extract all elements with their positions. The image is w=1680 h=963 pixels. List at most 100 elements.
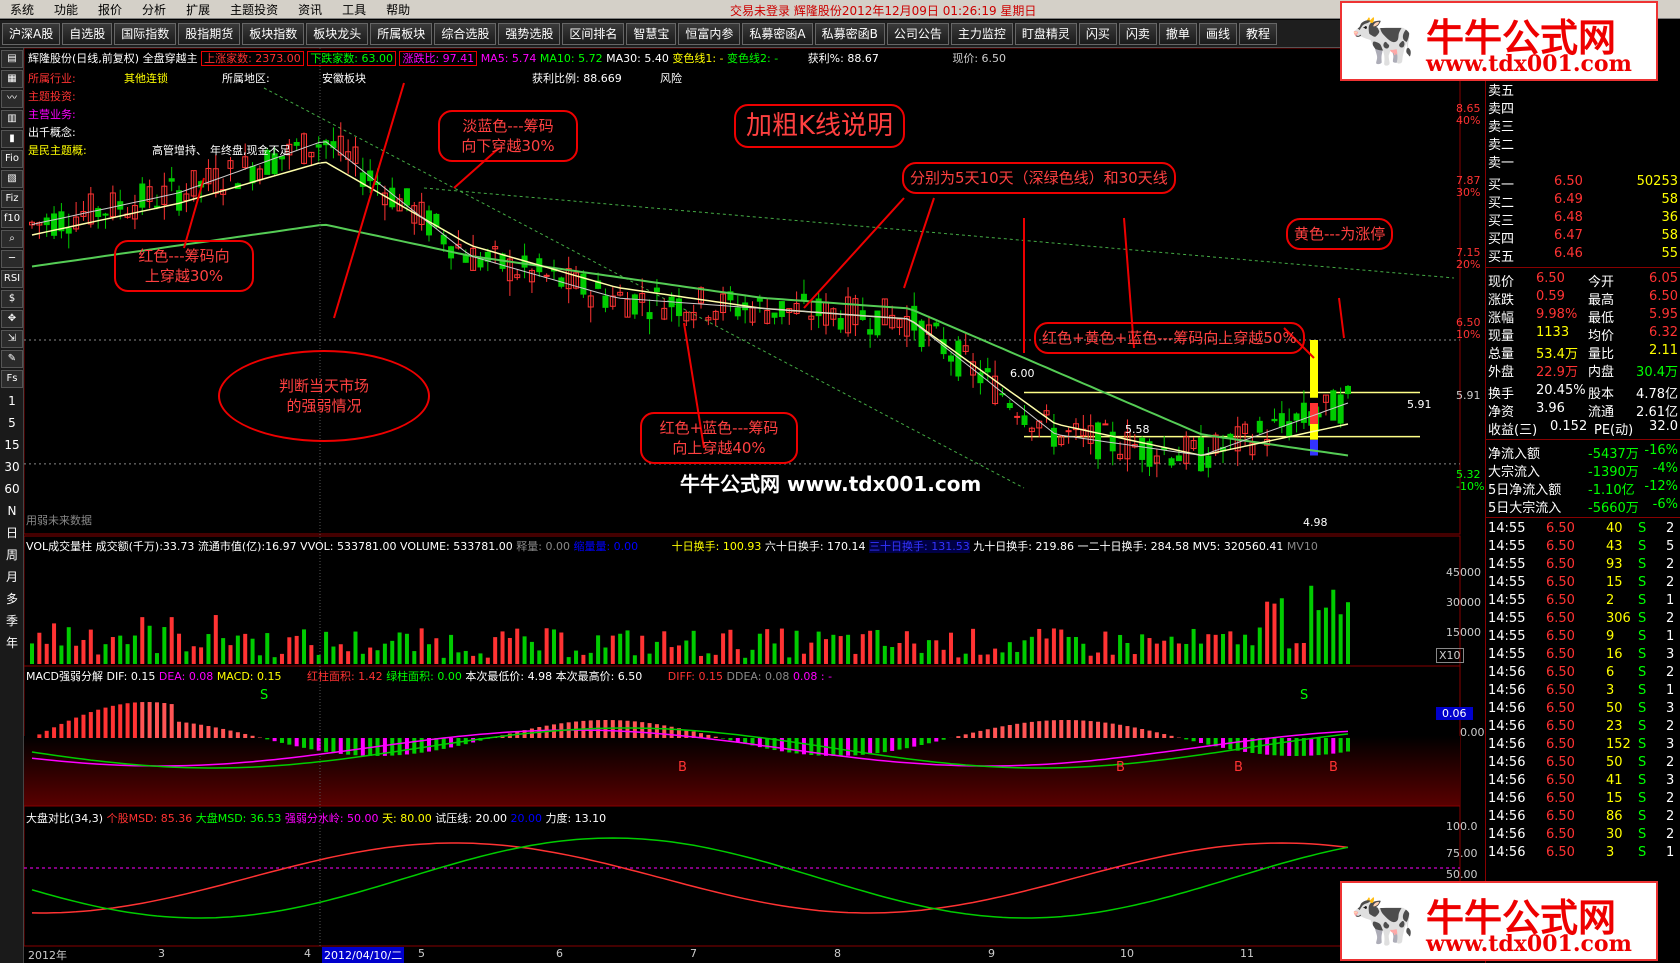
toolbar-button[interactable]: 区间排名 bbox=[562, 22, 625, 45]
line-icon[interactable]: 〰 bbox=[1, 90, 23, 108]
toolbar-button[interactable]: 板块指数 bbox=[242, 22, 305, 45]
toolbar-button[interactable]: 画线 bbox=[1198, 22, 1237, 45]
tick-s: S bbox=[1638, 521, 1647, 536]
search-icon[interactable]: ⌕ bbox=[1, 230, 23, 248]
bar-icon[interactable]: ▥ bbox=[1, 110, 23, 128]
quote-row: 现价 6.50 今开 6.05 bbox=[1488, 271, 1678, 290]
menu-item[interactable]: 资讯 bbox=[288, 1, 332, 18]
tick-s: S bbox=[1638, 809, 1647, 824]
macd-bar bbox=[1191, 738, 1196, 742]
toolbar-button[interactable]: 强势选股 bbox=[498, 22, 561, 45]
quote-value: 32.0 bbox=[1649, 419, 1678, 434]
period-60[interactable]: 60 bbox=[0, 478, 24, 500]
toolbar-button[interactable]: 盯盘精灵 bbox=[1014, 22, 1077, 45]
logo-bottom: 🐄 牛牛公式网 www.tdx001.com bbox=[1340, 881, 1658, 961]
grid-icon[interactable]: ▦ bbox=[1, 70, 23, 88]
period-multi[interactable]: 多 bbox=[0, 588, 24, 610]
candle-body bbox=[315, 144, 322, 148]
period-1[interactable]: 1 bbox=[0, 390, 24, 412]
quote-key: 现量 bbox=[1488, 329, 1515, 344]
macd-bar bbox=[941, 738, 946, 740]
menu-item[interactable]: 系统 bbox=[0, 1, 44, 18]
macd-bar bbox=[59, 723, 64, 738]
tick-v: 93 bbox=[1606, 557, 1623, 572]
toolbar-button[interactable]: 所属板块 bbox=[370, 22, 433, 45]
volume-bar bbox=[324, 631, 329, 664]
menu-item[interactable]: 工具 bbox=[332, 1, 376, 18]
move-icon[interactable]: ✥ bbox=[1, 310, 23, 328]
macd-bar bbox=[434, 738, 439, 751]
toolbar-button[interactable]: 公司公告 bbox=[886, 22, 949, 45]
toolbar-button[interactable]: 综合选股 bbox=[434, 22, 497, 45]
quote-value: 20.45% bbox=[1536, 383, 1586, 398]
volume-bar bbox=[154, 653, 159, 664]
f12-icon[interactable]: f10 bbox=[1, 210, 23, 228]
tick-p: 6.50 bbox=[1546, 683, 1575, 698]
tick-row: 14:55 6.50 43 S 5 bbox=[1488, 539, 1678, 557]
volume-bar bbox=[765, 629, 770, 664]
toolbar-button[interactable]: 板块龙头 bbox=[306, 22, 369, 45]
volume-bar bbox=[81, 639, 86, 664]
menu-item[interactable]: 扩展 bbox=[176, 1, 220, 18]
candle-body bbox=[771, 312, 778, 318]
f11-icon[interactable]: Fiz bbox=[1, 190, 23, 208]
volume-bar bbox=[956, 657, 961, 664]
pen-icon[interactable]: ✎ bbox=[1, 350, 23, 368]
toolbar-button[interactable]: 主力监控 bbox=[950, 22, 1013, 45]
period-15[interactable]: 15 bbox=[0, 434, 24, 456]
toolbar-button[interactable]: 沪深A股 bbox=[2, 22, 61, 45]
volume-bar bbox=[1096, 652, 1101, 664]
menu-item[interactable]: 报价 bbox=[88, 1, 132, 18]
period-month[interactable]: 月 bbox=[0, 566, 24, 588]
quote-key: 涨幅 bbox=[1488, 311, 1515, 326]
menu-item[interactable]: 功能 bbox=[44, 1, 88, 18]
toolbar-button[interactable]: 闪卖 bbox=[1118, 22, 1157, 45]
toolbar-button[interactable]: 私募密函B bbox=[814, 22, 885, 45]
period-quarter[interactable]: 季 bbox=[0, 610, 24, 632]
divider bbox=[1486, 439, 1680, 440]
export-icon[interactable]: ⇲ bbox=[1, 330, 23, 348]
toolbar-button[interactable]: 自选股 bbox=[62, 22, 113, 45]
tick-p: 6.50 bbox=[1546, 557, 1575, 572]
candle-body bbox=[293, 141, 300, 146]
chart-icon[interactable]: ▤ bbox=[1, 50, 23, 68]
period-day[interactable]: 日 bbox=[0, 522, 24, 544]
rsi-icon[interactable]: RSI bbox=[1, 270, 23, 288]
macd-high: 本次最高价: 6.50 bbox=[555, 670, 643, 683]
macd-bar bbox=[1073, 720, 1078, 738]
toolbar-button[interactable]: 撤单 bbox=[1158, 22, 1197, 45]
volume-bar bbox=[1301, 642, 1306, 664]
candle-body bbox=[1345, 385, 1351, 395]
candle-body bbox=[1278, 413, 1285, 428]
toolbar-button[interactable]: 闪买 bbox=[1078, 22, 1117, 45]
buy-price: 6.48 bbox=[1554, 210, 1583, 225]
table-icon[interactable]: ▧ bbox=[1, 170, 23, 188]
tag-theme: 是民主题概: bbox=[28, 144, 87, 157]
cow-icon: 🐄 bbox=[1350, 890, 1415, 950]
kline-icon[interactable]: ▮ bbox=[1, 130, 23, 148]
toolbar-button[interactable]: 股指期货 bbox=[178, 22, 241, 45]
toolbar-button[interactable]: 教程 bbox=[1238, 22, 1277, 45]
period-week[interactable]: 周 bbox=[0, 544, 24, 566]
toolbar-button[interactable]: 智慧宝 bbox=[626, 22, 677, 45]
toolbar-button[interactable]: 私募密函A bbox=[742, 22, 813, 45]
toolbar-button[interactable]: 国际指数 bbox=[114, 22, 177, 45]
period-30[interactable]: 30 bbox=[0, 456, 24, 478]
period-5[interactable]: 5 bbox=[0, 412, 24, 434]
mv5-value: MV5: 320560.41 bbox=[1192, 540, 1284, 553]
quote-key: 流通 bbox=[1588, 405, 1615, 420]
period-year[interactable]: 年 bbox=[0, 632, 24, 654]
f10-icon[interactable]: Fio bbox=[1, 150, 23, 168]
menu-item[interactable]: 主题投资 bbox=[220, 1, 288, 18]
menu-item[interactable]: 分析 bbox=[132, 1, 176, 18]
dollar-icon[interactable]: $ bbox=[1, 290, 23, 308]
menu-item[interactable]: 帮助 bbox=[376, 1, 420, 18]
tick-p: 6.50 bbox=[1546, 845, 1575, 860]
volume-bar bbox=[1294, 643, 1299, 664]
volume-bar bbox=[272, 657, 277, 664]
period-n[interactable]: N bbox=[0, 500, 24, 522]
toolbar-button[interactable]: 恒富内参 bbox=[678, 22, 741, 45]
axis-pct: 10% bbox=[1456, 328, 1481, 341]
fs-icon[interactable]: Fs bbox=[1, 370, 23, 388]
candle-body bbox=[734, 307, 741, 317]
